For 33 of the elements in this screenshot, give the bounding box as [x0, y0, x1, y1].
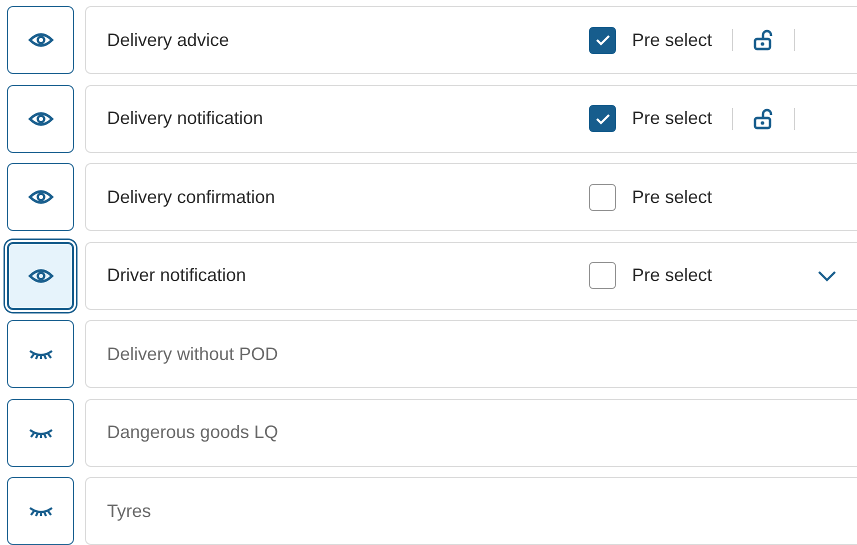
checkbox-label: Pre select: [632, 186, 712, 208]
row-label: Tyres: [107, 500, 152, 522]
checkbox[interactable]: [589, 262, 616, 289]
row-label: Dangerous goods LQ: [107, 422, 280, 443]
row-label: Delivery confirmation: [107, 186, 276, 208]
checkbox-label: Pre select: [632, 108, 712, 129]
closed-eye-icon: [28, 348, 54, 360]
checkbox[interactable]: [589, 184, 616, 210]
closed-eye-icon: [28, 505, 54, 517]
row-label: Delivery without POD: [107, 344, 280, 364]
row-label: Delivery advice: [107, 30, 230, 50]
visibility-toggle-button[interactable]: [7, 6, 74, 74]
visibility-toggle-button[interactable]: [7, 163, 74, 231]
checkbox[interactable]: [589, 26, 616, 54]
checkbox[interactable]: [589, 105, 616, 132]
checkbox-label: Pre select: [632, 265, 712, 286]
visibility-toggle-button[interactable]: [7, 398, 74, 466]
unlocked-padlock-icon[interactable]: [752, 108, 774, 130]
eye-icon: [28, 110, 54, 126]
checkbox-label: Pre select: [632, 30, 712, 50]
chevron-down-icon[interactable]: [817, 270, 837, 282]
visibility-toggle-button[interactable]: [7, 320, 74, 388]
checkmark-icon: [594, 34, 610, 46]
eye-icon: [28, 189, 54, 205]
eye-icon: [28, 32, 54, 48]
visibility-toggle-button[interactable]: [7, 84, 74, 152]
unlocked-padlock-icon[interactable]: [752, 29, 774, 51]
row-label: Driver notification: [107, 265, 248, 286]
checkmark-icon: [594, 112, 610, 124]
eye-icon: [28, 268, 54, 284]
row-label: Delivery notification: [107, 108, 264, 129]
visibility-toggle-button[interactable]: [7, 477, 74, 545]
closed-eye-icon: [28, 426, 54, 438]
